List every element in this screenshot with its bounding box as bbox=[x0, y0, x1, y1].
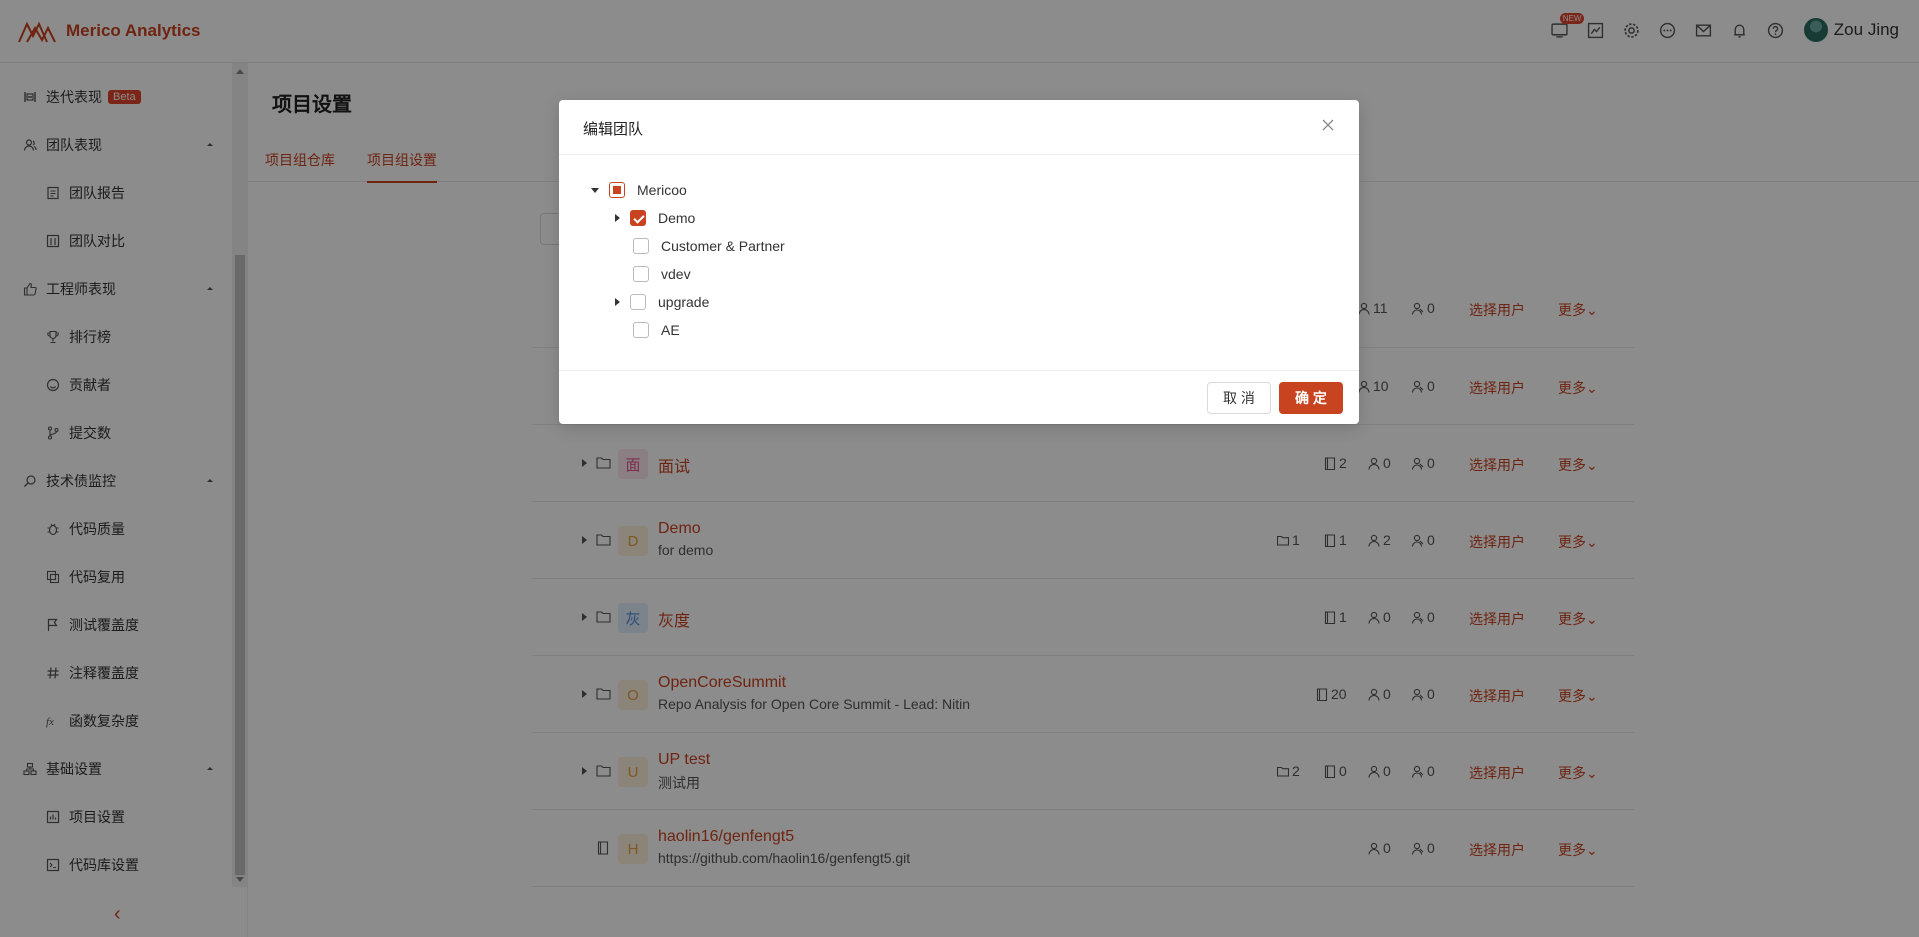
dialog-footer: 取 消 确 定 bbox=[559, 370, 1359, 424]
cancel-button[interactable]: 取 消 bbox=[1207, 382, 1271, 414]
tree-node-label: vdev bbox=[661, 266, 691, 282]
tree-node-customer-partner[interactable]: Customer & Partner bbox=[615, 235, 785, 257]
tree-node-label: Mericoo bbox=[637, 182, 687, 198]
checkbox-checked[interactable] bbox=[630, 210, 646, 226]
checkbox[interactable] bbox=[633, 322, 649, 338]
tree-node-ae[interactable]: AE bbox=[615, 319, 680, 341]
close-icon[interactable] bbox=[1321, 118, 1335, 132]
caret-right-icon[interactable] bbox=[615, 298, 620, 306]
caret-down-icon[interactable] bbox=[591, 187, 599, 193]
dialog-title: 编辑团队 bbox=[583, 121, 644, 138]
checkbox-indeterminate[interactable] bbox=[609, 182, 625, 198]
confirm-button[interactable]: 确 定 bbox=[1279, 382, 1343, 414]
checkbox[interactable] bbox=[633, 238, 649, 254]
edit-team-dialog: 编辑团队 Mericoo Demo Customer & Partner vde… bbox=[559, 100, 1359, 424]
tree-node-label: Demo bbox=[658, 210, 696, 226]
tree-node-upgrade[interactable]: upgrade bbox=[615, 291, 709, 313]
tree-node-vdev[interactable]: vdev bbox=[615, 263, 691, 285]
tree-node-label: upgrade bbox=[658, 294, 710, 310]
tree-node-label: AE bbox=[661, 322, 680, 338]
checkbox[interactable] bbox=[630, 294, 646, 310]
checkbox[interactable] bbox=[633, 266, 649, 282]
tree-node-label: Customer & Partner bbox=[661, 238, 785, 254]
dialog-header: 编辑团队 bbox=[559, 100, 1359, 155]
tree-node-mericoo[interactable]: Mericoo bbox=[591, 179, 687, 201]
caret-right-icon[interactable] bbox=[615, 214, 620, 222]
tree-node-demo[interactable]: Demo bbox=[615, 207, 695, 229]
